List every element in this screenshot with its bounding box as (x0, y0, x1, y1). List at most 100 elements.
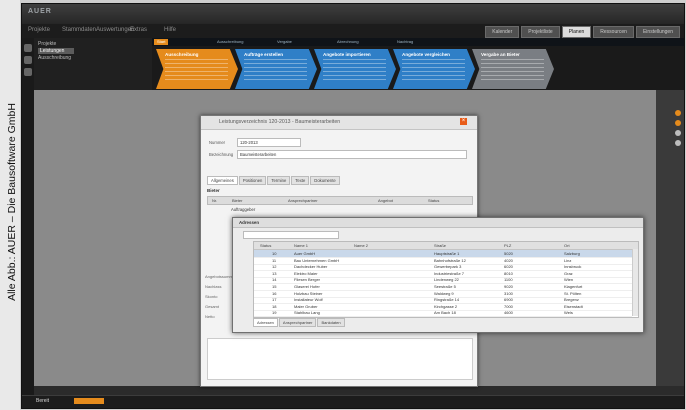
table-cell: 5020 (504, 251, 513, 256)
table-cell: Salzburg (564, 251, 580, 256)
top-tab[interactable]: Kalender (485, 26, 520, 38)
right-toolbar (656, 90, 684, 386)
search-input[interactable] (243, 231, 339, 239)
column-header[interactable]: Ort (564, 243, 570, 248)
table-cell: Dachdecker Huber (294, 264, 328, 270)
table-cell: Wien (564, 277, 574, 283)
status-dot-icon[interactable] (675, 120, 681, 126)
lv-tab[interactable]: Dokumente (310, 176, 340, 185)
table-cell: 12 (272, 264, 277, 270)
workflow-panel: Start Ausschreibung Vergabe Abrechnung Nacht… (152, 38, 684, 90)
table-cell: 11 (272, 257, 277, 263)
column-header[interactable]: Straße (434, 243, 446, 248)
grid-column-header[interactable]: Ansprechpartner (288, 198, 318, 203)
workflow-tab[interactable]: Start (154, 39, 169, 45)
menu-item[interactable]: Stammdaten (62, 27, 96, 33)
title-bar: AUER (22, 4, 684, 24)
table-cell: 17 (272, 297, 277, 303)
table-cell: Graz (564, 270, 573, 276)
grid-column-header[interactable]: Nr. (212, 198, 217, 203)
workflow-step[interactable]: Angebote vergleichen (393, 49, 475, 89)
menu-item[interactable]: Extras (130, 27, 147, 33)
workflow-tab[interactable]: Ausschreibung (214, 39, 246, 45)
lv-dialog-title: Leistungsverzeichnis 120-2013 - Baumeist… (219, 119, 341, 125)
table-cell: 8010 (504, 270, 513, 276)
table-scrollbar[interactable] (632, 249, 638, 316)
credit-strip: Alle Abb.: AUER – Die Bausoftware GmbH (0, 0, 20, 410)
nav-item[interactable]: Leistungen (38, 48, 75, 54)
grid-column-header[interactable]: Bieter (232, 198, 242, 203)
image-credit: Alle Abb.: AUER – Die Bausoftware GmbH (6, 103, 18, 301)
table-row[interactable]: 19 Stahlbau Lang Am Bach 18 4600 Wels (254, 309, 632, 318)
table-cell: Klagenfurt (564, 284, 583, 289)
search-icon[interactable] (24, 56, 32, 64)
active-task-indicator[interactable] (74, 398, 104, 404)
top-tab[interactable]: Planen (561, 26, 592, 38)
lv-tab[interactable]: Allgemeines (207, 176, 238, 185)
table-cell: 1100 (504, 277, 513, 283)
address-dialog-titlebar: Adressen (233, 218, 643, 228)
menu-item[interactable]: Hilfe (164, 27, 176, 33)
table-cell: 13 (272, 270, 277, 276)
top-tab[interactable]: Projektliste (521, 26, 560, 38)
address-dialog-title: Adressen (239, 220, 260, 225)
description-field[interactable]: Baumeisterarbeiten (237, 150, 467, 159)
address-tab[interactable]: Adressen (253, 318, 278, 327)
table-cell: Industriestraße 7 (434, 270, 465, 276)
lv-dialog-titlebar: Leistungsverzeichnis 120-2013 - Baumeist… (201, 116, 477, 130)
nav-item[interactable]: Projekte (38, 41, 56, 47)
table-cell: 9020 (504, 284, 513, 289)
lv-tab[interactable]: Texte (291, 176, 310, 185)
table-cell: 4600 (504, 310, 513, 316)
workflow-step[interactable]: Ausschreibung (156, 49, 238, 89)
column-header[interactable]: Status (260, 243, 271, 248)
menu-item[interactable]: Projekte (28, 27, 50, 33)
home-icon[interactable] (24, 44, 32, 52)
workflow-tab[interactable]: Vergabe (274, 39, 295, 45)
bidder-section-title: Bieter (207, 188, 220, 193)
table-cell: 6020 (504, 264, 513, 270)
bidder-cell[interactable]: Auftraggeber (231, 207, 255, 212)
table-cell: 14 (272, 277, 277, 283)
column-header[interactable]: Name 1 (294, 243, 308, 248)
lv-tab[interactable]: Positionen (238, 176, 267, 185)
workflow-step[interactable]: Angebote importieren (314, 49, 396, 89)
table-cell: 6900 (504, 297, 513, 303)
table-cell: Gewerbepark 3 (434, 264, 462, 270)
workflow-step[interactable]: Vergabe an Bieter (472, 49, 554, 89)
status-dot-icon[interactable] (675, 140, 681, 146)
column-header[interactable]: Name 2 (354, 243, 368, 248)
number-field[interactable]: 120-2013 (237, 138, 301, 147)
table-cell: 15 (272, 284, 277, 289)
table-cell: Seestraße 5 (434, 284, 456, 289)
nav-item[interactable]: Ausschreibung (38, 55, 71, 61)
totals-label: Gesamt (205, 304, 220, 309)
totals-label: Netto (205, 314, 215, 319)
top-tab[interactable]: Ressourcen (593, 26, 634, 38)
address-bottom-tabs: Adressen Ansprechpartner Bankdaten (253, 318, 345, 327)
table-cell: Glaserei Hofer (294, 284, 320, 289)
address-tab[interactable]: Bankdaten (317, 318, 345, 327)
address-table-header: Status Name 1 Name 2 Straße PLZ Ort (254, 242, 638, 250)
close-icon[interactable]: × (460, 118, 467, 125)
status-dot-icon[interactable] (675, 130, 681, 136)
navigation-tree: Projekte Leistungen Ausschreibung (34, 38, 152, 90)
status-dot-icon[interactable] (675, 110, 681, 116)
settings-icon[interactable] (24, 68, 32, 76)
workflow-step[interactable]: Aufträge erstellen (235, 49, 317, 89)
lv-notes-area[interactable] (207, 338, 473, 380)
lv-tab[interactable]: Termine (267, 176, 291, 185)
menu-item[interactable]: Auswertungen (96, 27, 134, 33)
workflow-step-title: Angebote vergleichen (402, 52, 450, 57)
grid-column-header[interactable]: Angebot (378, 198, 393, 203)
table-cell: Linz (564, 257, 572, 263)
left-toolbar (22, 38, 34, 398)
grid-column-header[interactable]: Status (428, 198, 439, 203)
workflow-tab[interactable]: Nachtrag (394, 39, 416, 45)
totals-label: Skonto (205, 294, 218, 299)
top-tab[interactable]: Einstellungen (635, 26, 680, 38)
column-header[interactable]: PLZ (504, 243, 511, 248)
workflow-step-title: Aufträge erstellen (244, 52, 284, 57)
workflow-tab[interactable]: Abrechnung (334, 39, 362, 45)
address-tab[interactable]: Ansprechpartner (278, 318, 317, 327)
